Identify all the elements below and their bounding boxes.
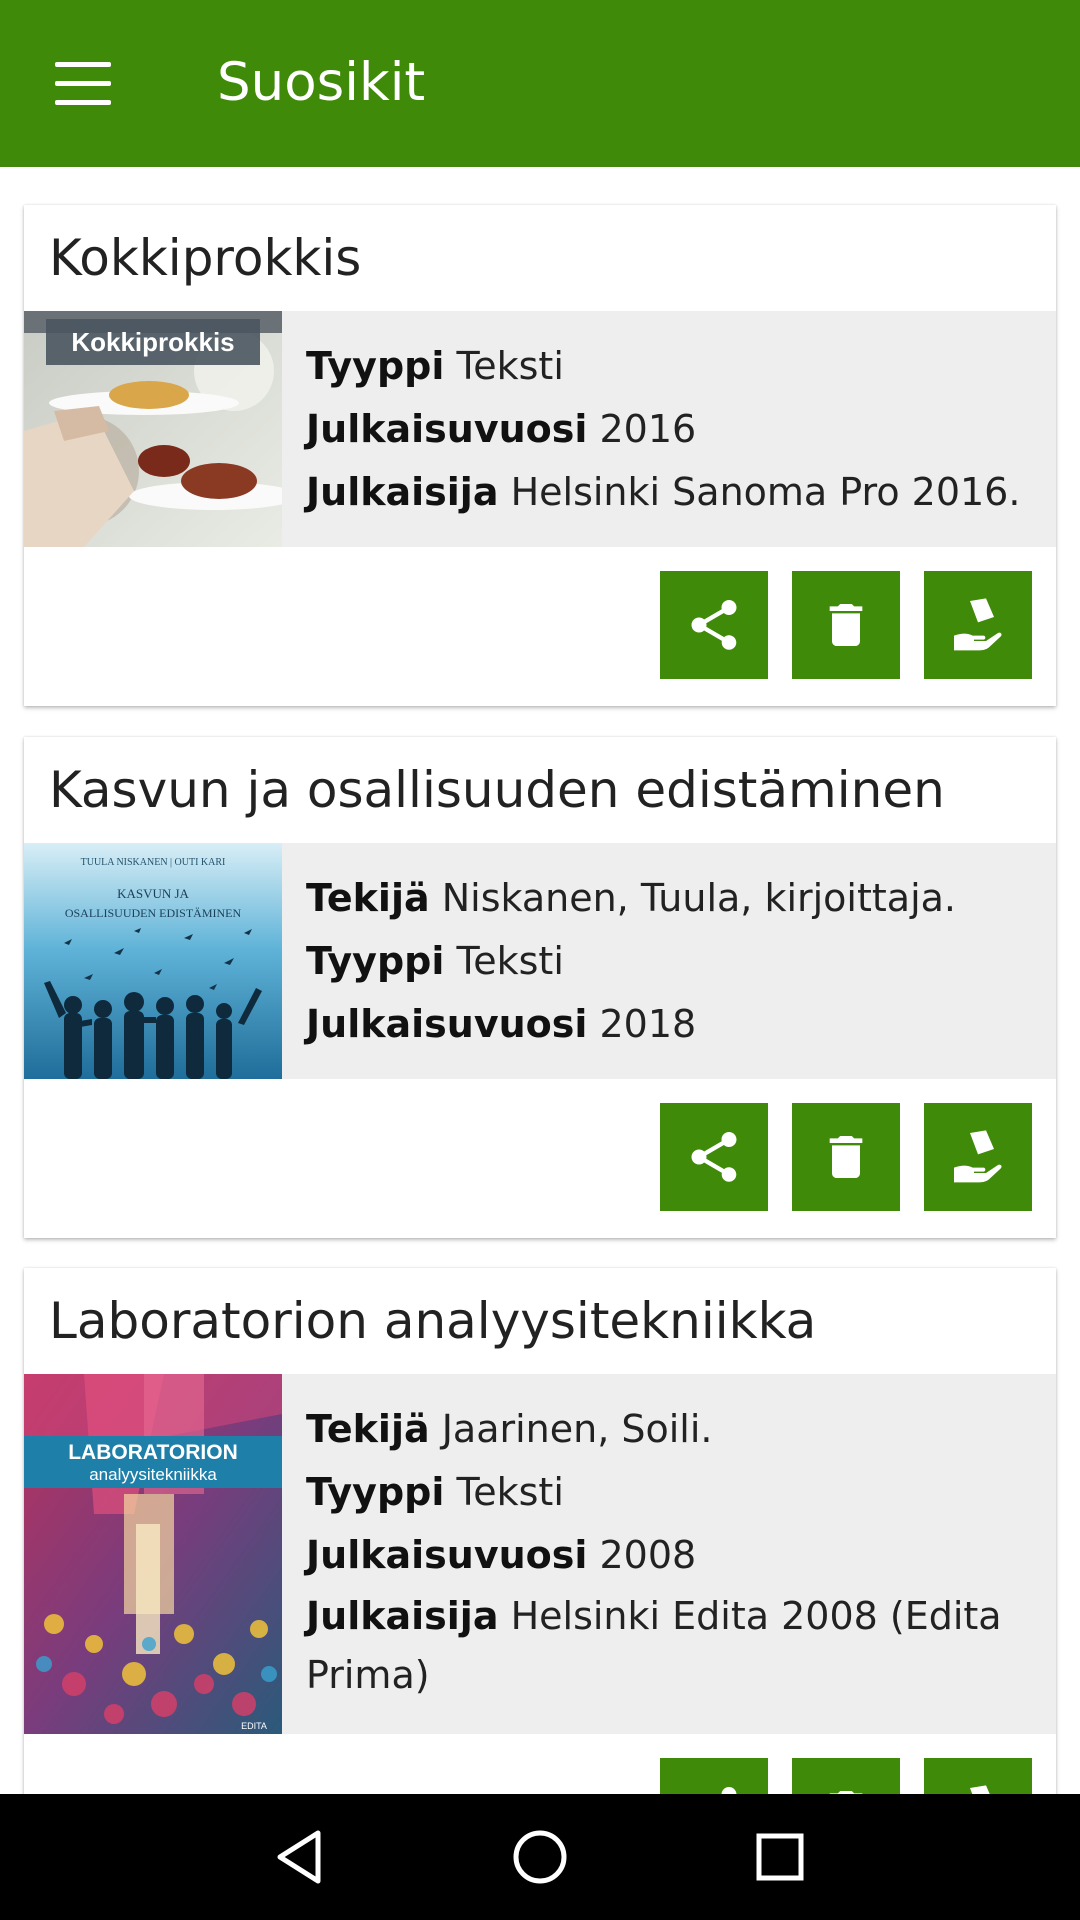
field-label: Julkaisuvuosi bbox=[306, 407, 588, 451]
field-value: 2008 bbox=[599, 1533, 697, 1577]
card-info: TUULA NISKANEN | OUTI KARI KASVUN JA OSA… bbox=[24, 843, 1056, 1079]
hamburger-menu-icon[interactable] bbox=[38, 45, 128, 121]
home-icon[interactable] bbox=[505, 1822, 575, 1892]
book-cover[interactable]: Kokkiprokkis bbox=[24, 311, 282, 547]
system-navigation-bar bbox=[0, 1794, 1080, 1920]
field-value: Teksti bbox=[456, 939, 564, 983]
card-actions bbox=[660, 1758, 1032, 1794]
reserve-button[interactable] bbox=[924, 1103, 1032, 1211]
field-label: Tekijä bbox=[306, 1407, 430, 1451]
field-label: Julkaisuvuosi bbox=[306, 1002, 588, 1046]
app-bar: Suosikit bbox=[0, 0, 1080, 167]
share-button[interactable] bbox=[660, 1758, 768, 1794]
field-label: Tyyppi bbox=[306, 939, 445, 983]
metadata-row: Julkaisuvuosi 2016 bbox=[306, 398, 1036, 461]
card-actions bbox=[660, 571, 1032, 679]
field-value: 2016 bbox=[599, 407, 697, 451]
card-info: Kokkiprokkis Tyyppi Teksti Julkaisuvuosi… bbox=[24, 311, 1056, 547]
delete-icon bbox=[829, 1791, 863, 1794]
card-title[interactable]: Kokkiprokkis bbox=[49, 223, 361, 293]
reserve-icon bbox=[954, 598, 1002, 651]
metadata-row: Tyyppi Teksti bbox=[306, 930, 1036, 993]
metadata-row: Julkaisija Helsinki Sanoma Pro 2016. bbox=[306, 461, 1036, 524]
share-button[interactable] bbox=[660, 1103, 768, 1211]
field-label: Tekijä bbox=[306, 876, 430, 920]
metadata-row: Julkaisuvuosi 2018 bbox=[306, 993, 1036, 1056]
share-icon bbox=[691, 600, 737, 650]
book-metadata: Tyyppi Teksti Julkaisuvuosi 2016 Julkais… bbox=[306, 335, 1036, 524]
book-metadata: Tekijä Niskanen, Tuula, kirjoittaja. Tyy… bbox=[306, 867, 1036, 1056]
cover-title: Kokkiprokkis bbox=[71, 327, 234, 357]
field-value: Teksti bbox=[456, 1470, 564, 1514]
favorite-card: Laboratorion analyysitekniikka LABORATOR… bbox=[24, 1268, 1056, 1794]
metadata-row: Tyyppi Teksti bbox=[306, 1461, 1036, 1524]
book-metadata: Tekijä Jaarinen, Soili. Tyyppi Teksti Ju… bbox=[306, 1398, 1036, 1705]
card-title[interactable]: Kasvun ja osallisuuden edistäminen bbox=[49, 755, 945, 825]
book-cover[interactable]: LABORATORION analyysitekniikka EDITA bbox=[24, 1374, 282, 1734]
field-label: Tyyppi bbox=[306, 1470, 445, 1514]
metadata-row: Julkaisija Helsinki Edita 2008 (Edita Pr… bbox=[306, 1587, 1036, 1705]
share-icon bbox=[721, 1787, 737, 1794]
cover-title-line-1: LABORATORION bbox=[68, 1441, 238, 1464]
field-value: Jaarinen, Soili. bbox=[441, 1407, 713, 1451]
card-info: LABORATORION analyysitekniikka EDITA Tek… bbox=[24, 1374, 1056, 1734]
recents-icon[interactable] bbox=[745, 1822, 815, 1892]
metadata-row: Tekijä Niskanen, Tuula, kirjoittaja. bbox=[306, 867, 1036, 930]
card-actions bbox=[660, 1103, 1032, 1211]
favorite-card: Kasvun ja osallisuuden edistäminen TUULA… bbox=[24, 737, 1056, 1238]
cover-title-line-2: analyysitekniikka bbox=[89, 1465, 217, 1484]
field-label: Julkaisija bbox=[306, 1594, 499, 1638]
field-label: Julkaisuvuosi bbox=[306, 1533, 588, 1577]
reserve-button[interactable] bbox=[924, 571, 1032, 679]
page-title: Suosikit bbox=[217, 52, 426, 113]
cover-title-line-2: OSALLISUUDEN EDISTÄMINEN bbox=[65, 906, 242, 920]
delete-icon bbox=[829, 604, 863, 646]
field-value: Helsinki Sanoma Pro 2016. bbox=[510, 470, 1021, 514]
field-label: Julkaisija bbox=[306, 470, 499, 514]
field-label: Tyyppi bbox=[306, 344, 445, 388]
metadata-row: Julkaisuvuosi 2008 bbox=[306, 1524, 1036, 1587]
reserve-icon bbox=[954, 1130, 1002, 1183]
metadata-row: Tekijä Jaarinen, Soili. bbox=[306, 1398, 1036, 1461]
reserve-button[interactable] bbox=[924, 1758, 1032, 1794]
favorites-list[interactable]: Kokkiprokkis Kokkiprokkis Tyyppi Teksti … bbox=[0, 167, 1080, 1794]
delete-button[interactable] bbox=[792, 1103, 900, 1211]
delete-button[interactable] bbox=[792, 1758, 900, 1794]
delete-icon bbox=[829, 1136, 863, 1178]
delete-button[interactable] bbox=[792, 571, 900, 679]
cover-authors: TUULA NISKANEN | OUTI KARI bbox=[81, 857, 226, 868]
card-title[interactable]: Laboratorion analyysitekniikka bbox=[49, 1286, 816, 1356]
cover-title-line-1: KASVUN JA bbox=[117, 886, 189, 901]
share-button[interactable] bbox=[660, 571, 768, 679]
book-cover[interactable]: TUULA NISKANEN | OUTI KARI KASVUN JA OSA… bbox=[24, 843, 282, 1079]
field-value: Teksti bbox=[456, 344, 564, 388]
favorite-card: Kokkiprokkis Kokkiprokkis Tyyppi Teksti … bbox=[24, 205, 1056, 706]
field-value: Niskanen, Tuula, kirjoittaja. bbox=[441, 876, 956, 920]
back-icon[interactable] bbox=[265, 1822, 335, 1892]
reserve-icon bbox=[970, 1785, 990, 1794]
field-value: 2018 bbox=[599, 1002, 697, 1046]
cover-publisher: EDITA bbox=[241, 1721, 267, 1731]
share-icon bbox=[691, 1132, 737, 1182]
metadata-row: Tyyppi Teksti bbox=[306, 335, 1036, 398]
